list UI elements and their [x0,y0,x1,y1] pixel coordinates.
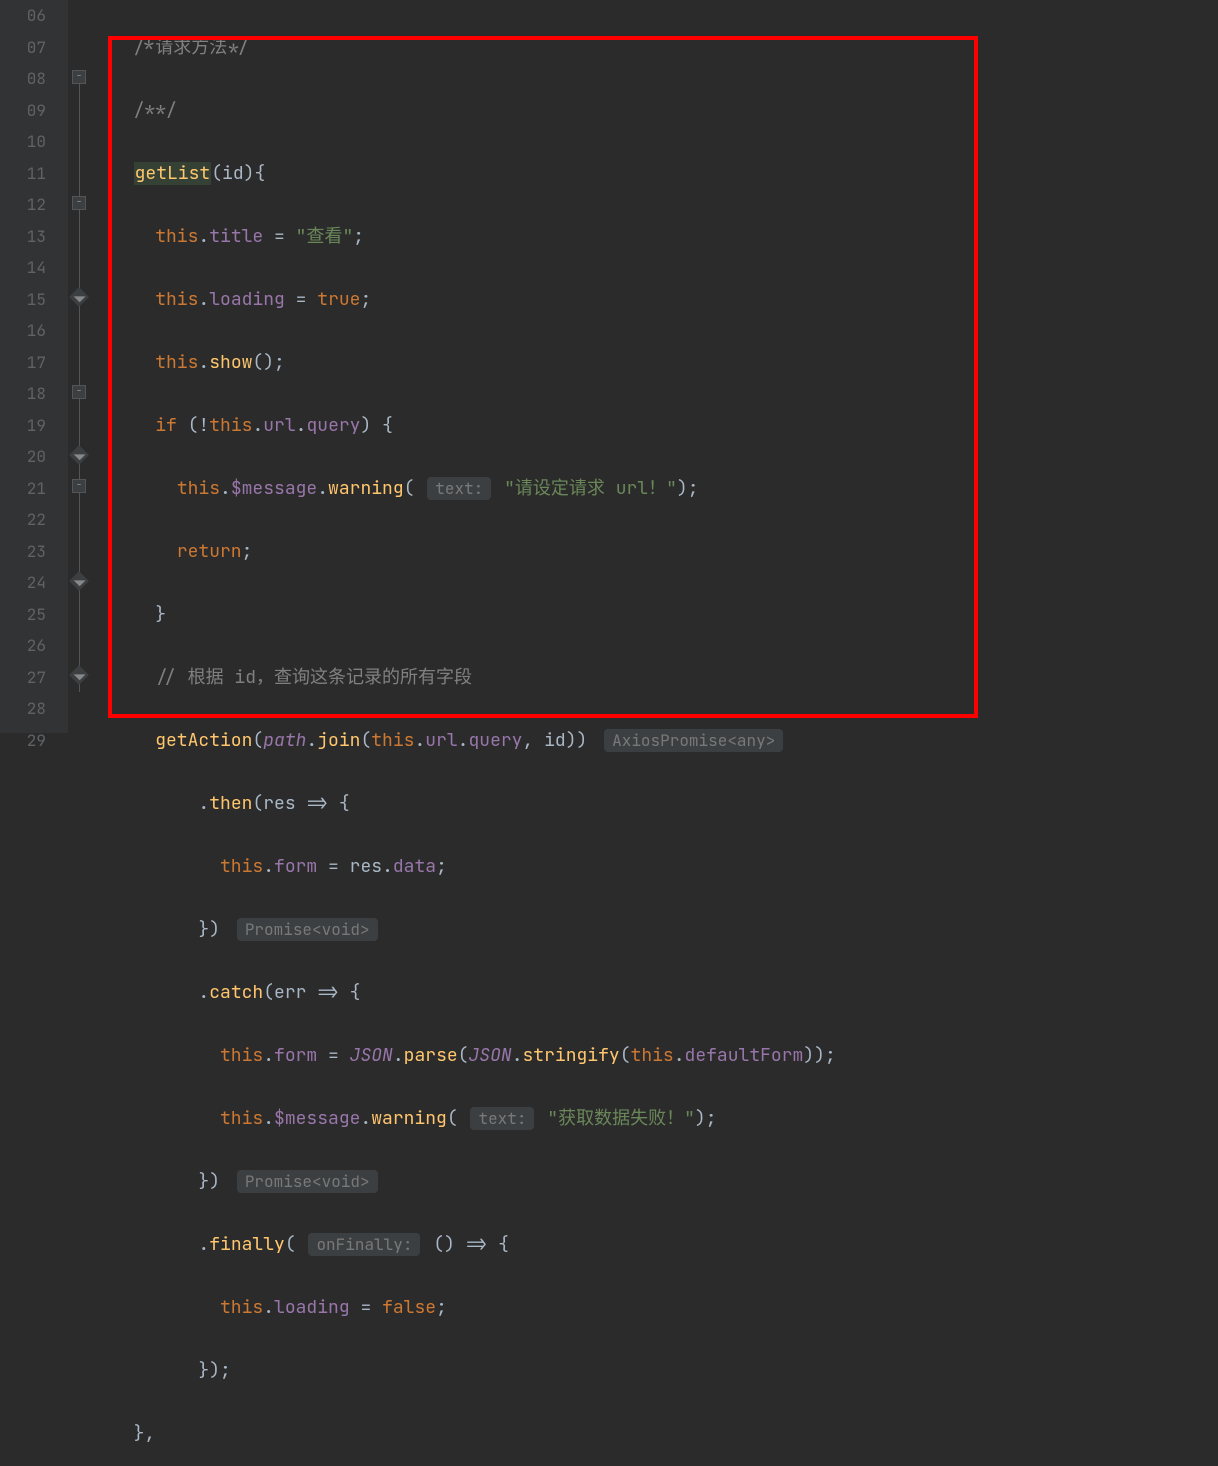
code-line[interactable]: this.loading = true; [112,284,1218,316]
line-number[interactable]: 18 [0,378,46,410]
line-number[interactable]: 09 [0,95,46,127]
inlay-hint: text: [427,477,491,500]
line-number[interactable]: 20 [0,441,46,473]
code-area[interactable]: /*请求方法*/ /**/ getList(id){ this.title = … [92,0,1218,733]
code-line[interactable]: this.show(); [112,347,1218,379]
line-number[interactable]: 14 [0,252,46,284]
code-line[interactable]: this.form = res.data; [112,851,1218,883]
param: id [222,162,244,185]
code-line[interactable]: .catch(err => { [112,977,1218,1009]
code-line[interactable]: .then(res => { [112,788,1218,820]
line-number[interactable]: 11 [0,158,46,190]
code-editor: 06 07 08 09 10 11 12 13 14 15 16 17 18 1… [0,0,1218,733]
code-line[interactable]: getAction(path.join(this.url.query, id))… [112,725,1218,757]
code-line[interactable]: }) Promise<void> [112,914,1218,946]
comment: // 根据 id，查询这条记录的所有字段 [155,666,472,689]
line-number[interactable]: 22 [0,504,46,536]
comment: /**/ [134,99,177,122]
line-number[interactable]: 12 [0,189,46,221]
fold-toggle-icon[interactable]: − [72,479,86,493]
fold-close-icon[interactable]: ◢ [69,445,89,465]
fold-close-icon[interactable]: ◢ [69,571,89,591]
fold-toggle-icon[interactable]: − [72,196,86,210]
code-line[interactable]: } [112,599,1218,631]
type-hint: Promise<void> [237,918,378,941]
line-number[interactable]: 26 [0,630,46,662]
line-number[interactable]: 25 [0,599,46,631]
line-number[interactable]: 19 [0,410,46,442]
inlay-hint: onFinally: [308,1233,420,1256]
code-line[interactable]: this.title = "查看"; [112,221,1218,253]
code-line[interactable]: // 根据 id，查询这条记录的所有字段 [112,662,1218,694]
comment: /*请求方法*/ [134,36,249,59]
code-line[interactable]: /**/ [112,95,1218,127]
fold-close-icon[interactable]: ◢ [69,287,89,307]
code-line[interactable]: getList(id){ [112,158,1218,190]
code-line[interactable]: }); [112,1355,1218,1387]
code-line[interactable]: this.loading = false; [112,1292,1218,1324]
fold-toggle-icon[interactable]: − [72,385,86,399]
fold-column: − − ◢ − ◢ − ◢ ◢ [68,0,92,733]
line-number[interactable]: 06 [0,0,46,32]
line-number[interactable]: 28 [0,693,46,725]
line-number[interactable]: 23 [0,536,46,568]
line-number[interactable]: 07 [0,32,46,64]
type-hint: Promise<void> [237,1170,378,1193]
fold-close-icon[interactable]: ◢ [69,665,89,685]
code-line[interactable]: }, [112,1418,1218,1450]
fold-toggle-icon[interactable]: − [72,70,86,84]
code-line[interactable]: this.form = JSON.parse(JSON.stringify(th… [112,1040,1218,1072]
code-line[interactable]: return; [112,536,1218,568]
line-number[interactable]: 29 [0,725,46,757]
line-number[interactable]: 10 [0,126,46,158]
type-hint: AxiosPromise<any> [604,729,783,752]
line-number-gutter: 06 07 08 09 10 11 12 13 14 15 16 17 18 1… [0,0,68,733]
line-number[interactable]: 21 [0,473,46,505]
line-number[interactable]: 15 [0,284,46,316]
code-line[interactable]: if (!this.url.query) { [112,410,1218,442]
line-number[interactable]: 16 [0,315,46,347]
code-line[interactable]: this.$message.warning( text: "获取数据失败！"); [112,1103,1218,1135]
code-line[interactable]: }) Promise<void> [112,1166,1218,1198]
method-name: getList [134,162,212,185]
line-number[interactable]: 08 [0,63,46,95]
line-number[interactable]: 17 [0,347,46,379]
code-line[interactable]: this.$message.warning( text: "请设定请求 url！… [112,473,1218,505]
line-number[interactable]: 13 [0,221,46,253]
line-number[interactable]: 24 [0,567,46,599]
code-line[interactable]: /*请求方法*/ [112,32,1218,64]
line-number[interactable]: 27 [0,662,46,694]
code-line[interactable]: .finally( onFinally: () => { [112,1229,1218,1261]
inlay-hint: text: [470,1107,534,1130]
